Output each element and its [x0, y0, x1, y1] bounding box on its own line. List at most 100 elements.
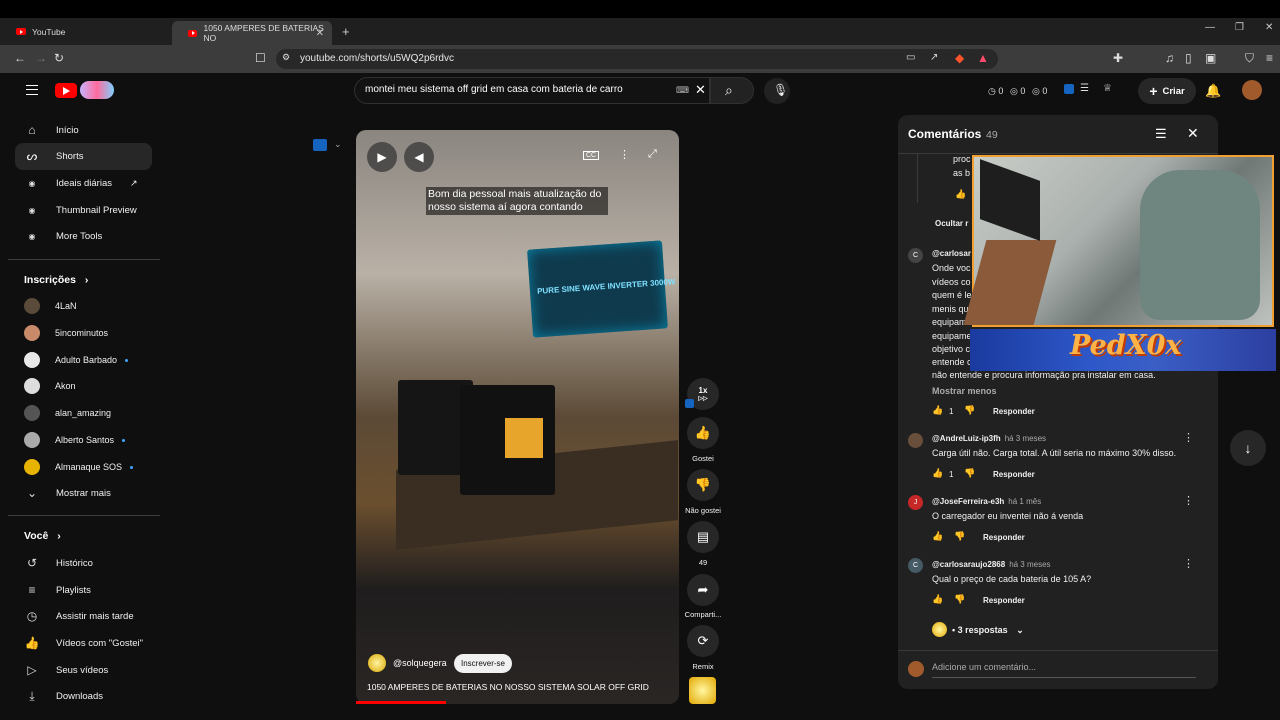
share-page-icon[interactable]: ↗: [930, 52, 938, 63]
vpn-icon[interactable]: ⛉: [1245, 51, 1254, 66]
tab-youtube[interactable]: YouTube: [0, 18, 170, 45]
channel-almanaque-sos[interactable]: Almanaque SOS: [24, 458, 134, 476]
comment-avatar[interactable]: J: [908, 495, 923, 510]
sidebar-item-liked-videos[interactable]: 👍 Vídeos com "Gostei": [24, 633, 144, 653]
channel-akon[interactable]: Akon: [24, 377, 76, 395]
keyboard-icon[interactable]: ⌨: [676, 85, 689, 96]
thumbs-up-icon[interactable]: 👍: [932, 531, 943, 542]
play-button[interactable]: ▶: [367, 142, 397, 172]
comment-author[interactable]: @JoseFerreira-e3h há 1 mês: [932, 497, 1041, 506]
subscribe-button[interactable]: Inscrever-se: [454, 654, 512, 673]
share-button[interactable]: ➦: [687, 574, 719, 606]
mute-button[interactable]: ◀: [404, 142, 434, 172]
reply-button[interactable]: Responder: [983, 533, 1025, 542]
sidebar-item-history[interactable]: ↺ Histórico: [24, 553, 93, 573]
reply-button[interactable]: Responder: [983, 596, 1025, 605]
show-less-button[interactable]: Mostrar menos: [932, 386, 997, 396]
dislike-button[interactable]: 👎: [687, 469, 719, 501]
clear-search-icon[interactable]: ✕: [695, 82, 706, 98]
channel-alberto-santos[interactable]: Alberto Santos: [24, 431, 126, 449]
menu-icon[interactable]: ≡: [1266, 51, 1273, 65]
sidebar-toggle-icon[interactable]: ▯: [1185, 51, 1192, 65]
chevron-down-icon[interactable]: ⌄: [334, 139, 342, 150]
notifications-bell-icon[interactable]: 🔔: [1205, 83, 1221, 99]
channel-5incominutos[interactable]: 5incominutos: [24, 324, 108, 342]
thumbs-up-icon[interactable]: 👍: [932, 594, 943, 605]
comment-avatar[interactable]: C: [908, 248, 923, 263]
thumbs-down-icon[interactable]: 👎: [964, 405, 975, 416]
fullscreen-icon[interactable]: ⤢: [648, 148, 657, 161]
show-more-button[interactable]: ⌄ Mostrar mais: [24, 483, 111, 503]
sidebar-item-ideias[interactable]: ◉ Ideais diárias ↗: [24, 173, 138, 193]
sound-thumbnail[interactable]: [689, 677, 716, 704]
captions-icon[interactable]: CC: [583, 151, 600, 160]
close-icon[interactable]: ✕: [1187, 125, 1199, 142]
comment-more-icon[interactable]: ⋮: [1183, 557, 1194, 570]
thumbs-down-icon[interactable]: 👎: [954, 531, 965, 542]
close-window-icon[interactable]: ✕: [1265, 22, 1273, 33]
add-comment-input[interactable]: Adicione um comentário...: [932, 662, 1036, 672]
rewards-icon[interactable]: ▲: [977, 51, 989, 65]
maximize-icon[interactable]: ❐: [1235, 22, 1244, 33]
channel-alan-amazing[interactable]: alan_amazing: [24, 404, 111, 422]
extension-badge-icon[interactable]: [313, 139, 327, 151]
thumbs-up-icon[interactable]: 👍: [932, 468, 943, 479]
reply-button[interactable]: Responder: [993, 407, 1035, 416]
extensions-icon[interactable]: ✚: [1113, 51, 1123, 65]
brave-shield-icon[interactable]: ◆: [955, 51, 964, 65]
voice-search-button[interactable]: 🎙: [764, 78, 790, 104]
like-button[interactable]: 👍: [687, 417, 719, 449]
video-title[interactable]: 1050 AMPERES DE BATERIAS NO NOSSO SISTEM…: [367, 682, 649, 692]
comment-author[interactable]: @AndreLuiz-ip3fh há 3 meses: [932, 434, 1046, 443]
hide-replies-button[interactable]: Ocultar r: [935, 219, 968, 228]
sidebar-item-shorts[interactable]: ᔕ Shorts: [24, 146, 84, 166]
thumbs-down-icon[interactable]: 👎: [954, 594, 965, 605]
sidebar-item-home[interactable]: ⌂ Início: [24, 120, 78, 140]
thumbs-up-icon[interactable]: 👍: [932, 405, 943, 416]
sidebar-item-downloads[interactable]: ⤓ Downloads: [24, 686, 103, 706]
channel-handle[interactable]: @solquegera: [393, 658, 447, 668]
channel-4lan[interactable]: 4LaN: [24, 297, 77, 315]
search-input[interactable]: montei meu sistema off grid em casa com …: [365, 84, 623, 95]
comment-author[interactable]: @carlosaraujo2868 há 3 meses: [932, 560, 1051, 569]
comments-button[interactable]: ▤: [687, 521, 719, 553]
sort-icon[interactable]: ☰: [1155, 126, 1167, 142]
doodle-logo-icon[interactable]: [80, 81, 114, 99]
sidebar-item-your-videos[interactable]: ▷ Seus vídeos: [24, 660, 108, 680]
sidebar-item-more-tools[interactable]: ◉ More Tools: [24, 226, 103, 246]
subscriptions-heading[interactable]: Inscrições ›: [24, 274, 88, 286]
user-avatar[interactable]: [1242, 80, 1262, 100]
view-replies-button[interactable]: • 3 respostas ⌄: [952, 625, 1024, 636]
comment-more-icon[interactable]: ⋮: [1183, 494, 1194, 507]
music-icon[interactable]: ♫: [1165, 51, 1174, 65]
search-button[interactable]: ⌕: [710, 77, 754, 104]
progress-bar[interactable]: [356, 701, 447, 704]
create-button[interactable]: + Criar: [1138, 78, 1196, 104]
reply-button[interactable]: Responder: [993, 470, 1035, 479]
comment-author[interactable]: @carlosar: [932, 249, 971, 258]
channel-avatar[interactable]: [368, 654, 386, 672]
wallet-icon[interactable]: ▣: [1205, 51, 1216, 65]
comment-more-icon[interactable]: ⋮: [1183, 431, 1194, 444]
back-icon[interactable]: ←: [14, 51, 26, 65]
trophy-icon[interactable]: ♕: [1103, 83, 1112, 94]
extension-badge-icon[interactable]: [1064, 84, 1074, 94]
cast-icon[interactable]: ▭: [906, 52, 915, 63]
more-options-icon[interactable]: ⋮: [619, 148, 630, 161]
minimize-icon[interactable]: —: [1205, 22, 1215, 33]
remix-button[interactable]: ⟳: [687, 625, 719, 657]
site-info-icon[interactable]: ⚙: [282, 52, 290, 63]
forward-icon[interactable]: →: [35, 51, 47, 65]
youtube-logo-icon[interactable]: [55, 83, 77, 98]
you-heading[interactable]: Você ›: [24, 530, 61, 542]
sidebar-item-thumbnail-preview[interactable]: ◉ Thumbnail Preview: [24, 200, 137, 220]
tab-video[interactable]: 1050 AMPERES DE BATERIAS NO ✕: [172, 21, 332, 45]
reload-icon[interactable]: ↻: [54, 51, 64, 65]
hamburger-menu-icon[interactable]: [26, 85, 38, 95]
new-tab-icon[interactable]: +: [342, 24, 350, 39]
thumbs-down-icon[interactable]: 👎: [964, 468, 975, 479]
thumbs-up-icon[interactable]: 👍: [955, 189, 966, 200]
sidebar-item-watch-later[interactable]: ◷ Assistir mais tarde: [24, 606, 134, 626]
comment-avatar[interactable]: [908, 433, 923, 448]
sidebar-item-playlists[interactable]: ≡ Playlists: [24, 580, 90, 600]
